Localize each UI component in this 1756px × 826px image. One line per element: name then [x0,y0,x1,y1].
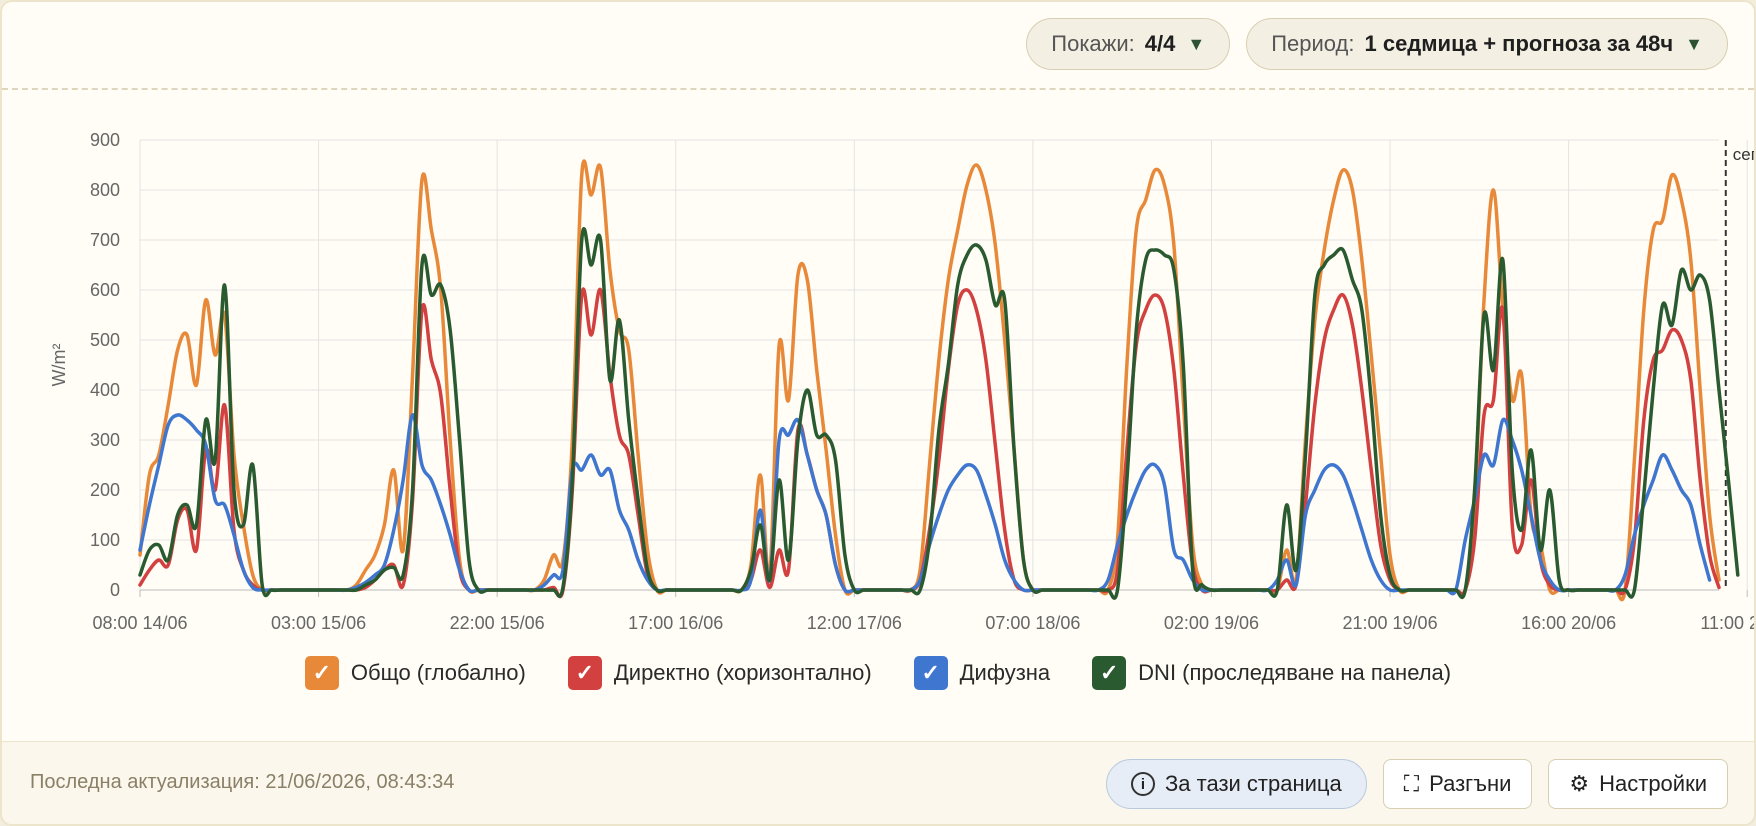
y-tick-label: 500 [90,330,120,350]
gear-icon: ⚙ [1569,771,1590,796]
now-marker-label: сега [1733,145,1754,164]
checkmark-icon[interactable]: ✓ [913,656,948,690]
x-tick-label: 07:00 18/06 [985,613,1080,633]
y-tick-label: 700 [90,230,120,250]
y-tick-label: 0 [110,580,120,600]
settings-label: Настройки [1599,771,1707,796]
legend-item-label: Дифузна [959,660,1051,685]
solar-chart-card: Покажи: 4/4 ▼ Период: 1 седмица + прогно… [0,0,1756,826]
x-tick-label: 02:00 19/06 [1164,613,1259,633]
checkmark-icon[interactable]: ✓ [1092,656,1127,690]
about-page-button[interactable]: i За тази страница [1105,759,1367,809]
footer-buttons: i За тази страница ⛶ Разгъни ⚙ Настройки [1105,759,1728,809]
legend-item-label: Директно (хоризонтално) [613,660,872,685]
expand-label: Разгъни [1429,771,1512,796]
legend-item[interactable]: ✓ Дифузна [913,656,1051,690]
legend-item[interactable]: ✓ DNI (проследяване на панела) [1092,656,1451,690]
y-tick-label: 800 [90,180,120,200]
expand-icon: ⛶ [1403,771,1420,796]
y-tick-label: 900 [90,130,120,150]
x-tick-label: 11:00 21/06 [1700,613,1754,633]
y-axis-label: W/m² [49,344,69,387]
settings-button[interactable]: ⚙ Настройки [1548,759,1728,809]
chart-legend: ✓ Общо (глобално) ✓ Директно (хоризонтално)… [2,656,1754,690]
x-tick-label: 03:00 15/06 [271,613,366,633]
x-tick-label: 12:00 17/06 [807,613,902,633]
x-tick-label: 22:00 15/06 [450,613,545,633]
checkmark-icon[interactable]: ✓ [567,656,602,690]
y-tick-label: 600 [90,280,120,300]
info-icon: i [1130,772,1155,796]
x-tick-label: 08:00 14/06 [92,613,187,633]
legend-item[interactable]: ✓ Общо (глобално) [304,656,526,690]
x-tick-label: 17:00 16/06 [628,613,723,633]
last-update-text: Последна актуализация: 21/06/2026, 08:43… [30,771,455,793]
about-page-label: За тази страница [1164,771,1342,796]
legend-item-label: DNI (проследяване на панела) [1138,660,1452,685]
checkmark-icon[interactable]: ✓ [304,656,339,690]
irradiance-chart: 0 100 200 300 400 500 600 700 800 900 08:00 14/06 0… [49,130,1754,633]
legend-item[interactable]: ✓ Директно (хоризонтално) [567,656,872,690]
y-tick-label: 100 [90,530,120,550]
y-tick-label: 300 [90,430,120,450]
x-tick-label: 16:00 20/06 [1521,613,1616,633]
expand-button[interactable]: ⛶ Разгъни [1382,759,1533,809]
footer: Последна актуализация: 21/06/2026, 08:43… [2,741,1754,824]
y-tick-label: 200 [90,480,120,500]
legend-item-label: Общо (глобално) [350,660,526,685]
y-tick-label: 400 [90,380,120,400]
x-tick-label: 21:00 19/06 [1342,613,1437,633]
